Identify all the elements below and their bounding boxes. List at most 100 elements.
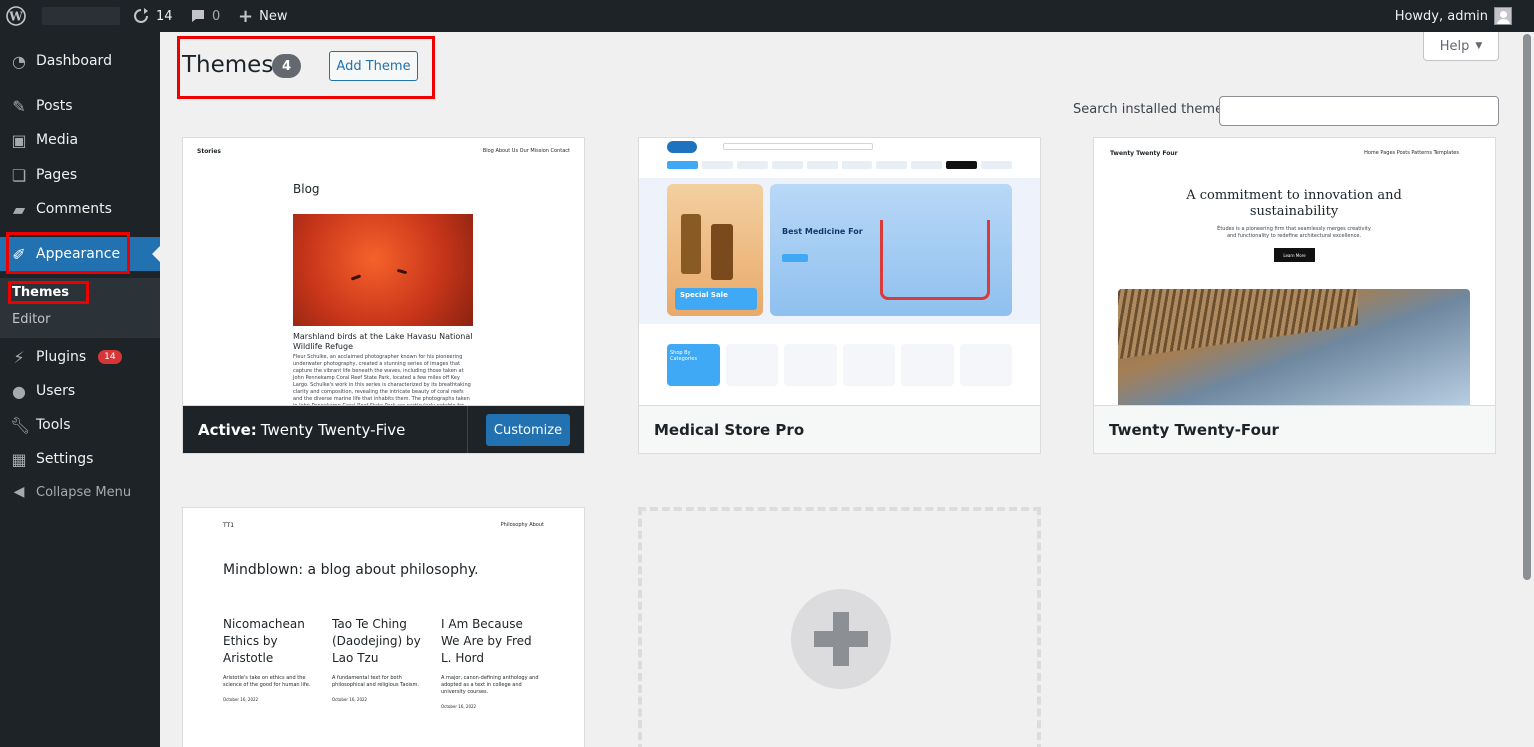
sidebar-item-media[interactable]: ▣ Media <box>0 123 160 157</box>
sidebar-item-label: Media <box>36 132 79 148</box>
preview-site-title: Twenty Twenty Four <box>1110 150 1178 157</box>
preview-caption: Marshland birds at the Lake Havasu Natio… <box>293 332 473 351</box>
svg-text:W: W <box>8 10 23 24</box>
theme-name: Twenty Twenty-Five <box>260 420 406 439</box>
sidebar-item-label: Dashboard <box>36 53 112 69</box>
preview-site-title: Stories <box>197 148 221 155</box>
sidebar-item-label: Tools <box>36 417 71 433</box>
preview-post: Nicomachean Ethics by Aristotle Aristotl… <box>223 616 323 702</box>
appearance-submenu: Themes Editor <box>0 278 160 338</box>
customize-button[interactable]: Customize <box>486 414 570 446</box>
theme-screenshot: Twenty Twenty Four Home Pages Posts Patt… <box>1094 138 1495 405</box>
caret-down-icon: ▼ <box>1475 41 1483 51</box>
help-label: Help <box>1439 38 1470 54</box>
updates-link[interactable]: 14 <box>132 0 173 32</box>
refresh-icon <box>134 8 148 23</box>
theme-card-twenty-twenty-one[interactable]: TT1 Philosophy About Mindblown: a blog a… <box>182 507 585 747</box>
sidebar-item-dashboard[interactable]: ◔ Dashboard <box>0 44 160 78</box>
paintbrush-icon: ✐ <box>12 244 26 264</box>
preview-image-birds <box>293 214 473 326</box>
help-button[interactable]: Help ▼ <box>1423 32 1499 61</box>
collapse-menu-button[interactable]: ◀ Collapse Menu <box>0 475 160 509</box>
submenu-themes[interactable]: Themes <box>12 285 69 300</box>
preview-post-date: October 16, 2022 <box>441 704 477 709</box>
sidebar-item-label: Posts <box>36 98 73 114</box>
preview-hero-banner: Best Medicine For <box>770 184 1012 316</box>
wrench-icon: 🔧︎ <box>10 415 31 435</box>
admin-sidebar: ◔ Dashboard ✎ Posts ▣ Media ❏ Pages ▰ Co… <box>0 32 160 747</box>
plugins-update-badge: 14 <box>98 350 122 364</box>
preview-hero-heading: Best Medicine For <box>782 227 863 236</box>
site-name-redacted[interactable] <box>42 0 122 32</box>
preview-post-date: October 16, 2022 <box>332 697 368 702</box>
preview-body: Fleur Schulke, an acclaimed photographer… <box>293 354 471 405</box>
cart-image <box>880 220 990 300</box>
comment-icon: ▰ <box>12 199 26 219</box>
page-scrollbar[interactable] <box>1520 32 1534 747</box>
wordpress-logo-icon[interactable]: W <box>6 0 30 32</box>
preview-subtitle: Études is a pioneering firm that seamles… <box>1217 226 1371 239</box>
sidebar-item-label: Plugins <box>36 349 87 365</box>
theme-name: Twenty Twenty-Four <box>1109 420 1279 439</box>
account-menu[interactable]: Howdy, admin <box>1395 0 1512 32</box>
updates-count: 14 <box>156 8 173 24</box>
sidebar-item-plugins[interactable]: ⚡ Plugins 14 <box>0 340 160 374</box>
preview-post-title: Nicomachean Ethics by Aristotle <box>223 617 305 665</box>
preview-button: Learn More <box>1274 248 1315 262</box>
new-label: New <box>259 8 288 24</box>
preview-post-date: October 16, 2022 <box>223 697 259 702</box>
sidebar-item-users[interactable]: ● Users <box>0 374 160 408</box>
sidebar-item-settings[interactable]: ▦ Settings <box>0 442 160 476</box>
preview-categories-label: Shop By Categories <box>670 350 697 362</box>
howdy-text: Howdy, admin <box>1394 8 1488 24</box>
comments-link[interactable]: 0 <box>190 0 220 32</box>
avatar <box>1494 7 1512 25</box>
add-theme-button[interactable]: Add Theme <box>329 51 418 81</box>
collapse-menu-label: Collapse Menu <box>36 484 132 500</box>
submenu-editor[interactable]: Editor <box>12 312 50 327</box>
preview-post-title: Tao Te Ching (Daodejing) by Lao Tzu <box>332 617 421 665</box>
comments-count: 0 <box>212 8 221 24</box>
search-label: Search installed themes <box>1073 102 1230 117</box>
active-prefix: Active: <box>198 420 257 439</box>
theme-bar: Twenty Twenty-Four <box>1094 405 1495 453</box>
new-content-link[interactable]: + New <box>238 0 287 32</box>
pages-icon: ❏ <box>11 165 27 185</box>
comment-bubble-icon <box>192 10 204 22</box>
plus-icon: + <box>238 5 254 27</box>
theme-card-twenty-twenty-five[interactable]: Stories Blog About Us Our Mission Contac… <box>182 137 585 454</box>
theme-screenshot: Stories Blog About Us Our Mission Contac… <box>183 138 584 405</box>
preview-heading: A commitment to innovation and sustainab… <box>1186 188 1402 219</box>
preview-categories: Shop By Categories <box>667 344 1012 386</box>
preview-nav: Blog About Us Our Mission Contact <box>482 148 570 154</box>
sidebar-item-label: Appearance <box>36 246 121 262</box>
sidebar-item-label: Comments <box>36 201 112 217</box>
sidebar-item-label: Users <box>36 383 76 399</box>
preview-site-title: TT1 <box>223 522 235 529</box>
pin-icon: ✎ <box>12 96 26 116</box>
dashboard-icon: ◔ <box>12 51 26 71</box>
preview-heading: Blog <box>293 182 320 196</box>
sidebar-item-appearance[interactable]: ✐ Appearance <box>0 237 160 271</box>
search-installed-themes-input[interactable] <box>1219 96 1499 126</box>
sidebar-item-posts[interactable]: ✎ Posts <box>0 89 160 123</box>
theme-card-medical-store-pro[interactable]: Special Sale Best Medicine For Shop By C… <box>638 137 1041 454</box>
sidebar-item-comments[interactable]: ▰ Comments <box>0 192 160 226</box>
theme-screenshot: TT1 Philosophy About Mindblown: a blog a… <box>183 508 584 747</box>
media-icon: ▣ <box>11 130 27 150</box>
preview-nav: Philosophy About <box>500 522 544 528</box>
theme-card-twenty-twenty-four[interactable]: Twenty Twenty Four Home Pages Posts Patt… <box>1093 137 1496 454</box>
admin-bar: W 14 0 + New Howdy, admin <box>0 0 1534 32</box>
theme-screenshot: Special Sale Best Medicine For Shop By C… <box>639 138 1040 405</box>
preview-special-sale: Special Sale <box>675 288 757 310</box>
sidebar-item-label: Settings <box>36 451 94 467</box>
theme-name: Medical Store Pro <box>654 420 805 439</box>
page-title: Themes <box>182 52 274 78</box>
preview-post: I Am Because We Are by Fred L. Hord A ma… <box>441 616 541 709</box>
theme-bar: Medical Store Pro <box>639 405 1040 453</box>
preview-header <box>639 138 1040 178</box>
sidebar-item-tools[interactable]: 🔧︎ Tools <box>0 408 160 442</box>
sidebar-item-pages[interactable]: ❏ Pages <box>0 158 160 192</box>
settings-icon: ▦ <box>11 449 27 469</box>
add-new-theme-tile[interactable] <box>638 507 1041 747</box>
